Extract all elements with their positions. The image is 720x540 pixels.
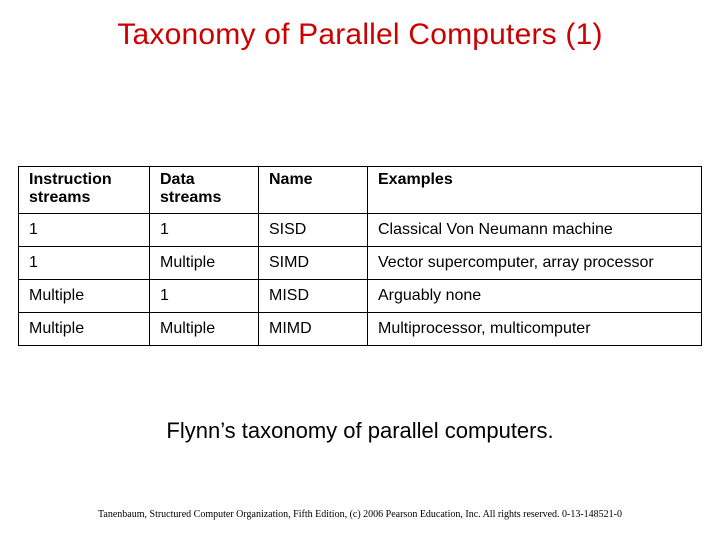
- header-name: Name: [259, 167, 368, 214]
- table-row: 1 1 SISD Classical Von Neumann machine: [19, 213, 702, 246]
- cell-instruction: 1: [19, 213, 150, 246]
- cell-instruction: Multiple: [19, 279, 150, 312]
- header-data-streams: Datastreams: [150, 167, 259, 214]
- cell-data: Multiple: [150, 246, 259, 279]
- table-row: Multiple Multiple MIMD Multiprocessor, m…: [19, 312, 702, 345]
- cell-data: 1: [150, 213, 259, 246]
- cell-examples: Arguably none: [368, 279, 702, 312]
- cell-instruction: Multiple: [19, 312, 150, 345]
- cell-name: SISD: [259, 213, 368, 246]
- flynn-table-container: Instructionstreams Datastreams Name Exam…: [18, 166, 702, 346]
- cell-examples: Multiprocessor, multicomputer: [368, 312, 702, 345]
- footer-citation: Tanenbaum, Structured Computer Organizat…: [0, 509, 720, 520]
- header-examples: Examples: [368, 167, 702, 214]
- table-row: 1 Multiple SIMD Vector supercomputer, ar…: [19, 246, 702, 279]
- cell-name: MISD: [259, 279, 368, 312]
- cell-data: 1: [150, 279, 259, 312]
- cell-data: Multiple: [150, 312, 259, 345]
- header-instruction-streams: Instructionstreams: [19, 167, 150, 214]
- table-row: Multiple 1 MISD Arguably none: [19, 279, 702, 312]
- cell-name: MIMD: [259, 312, 368, 345]
- cell-instruction: 1: [19, 246, 150, 279]
- page-title: Taxonomy of Parallel Computers (1): [0, 18, 720, 52]
- cell-name: SIMD: [259, 246, 368, 279]
- flynn-table: Instructionstreams Datastreams Name Exam…: [18, 166, 702, 346]
- slide: Taxonomy of Parallel Computers (1) Instr…: [0, 0, 720, 540]
- cell-examples: Classical Von Neumann machine: [368, 213, 702, 246]
- cell-examples: Vector supercomputer, array processor: [368, 246, 702, 279]
- table-header-row: Instructionstreams Datastreams Name Exam…: [19, 167, 702, 214]
- caption: Flynn’s taxonomy of parallel computers.: [0, 418, 720, 444]
